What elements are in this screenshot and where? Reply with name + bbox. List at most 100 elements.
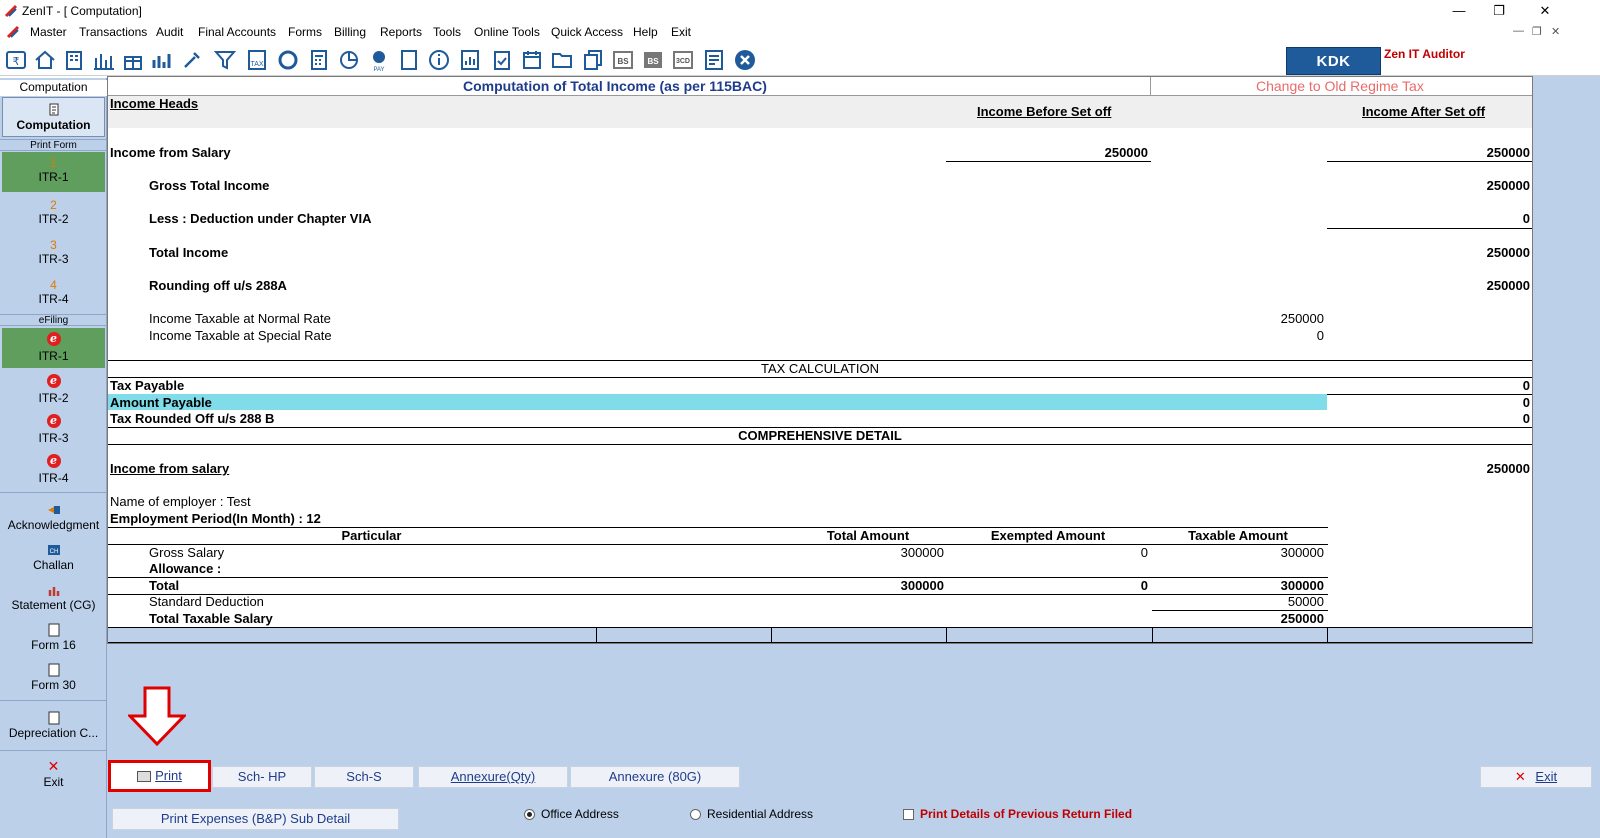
salary-total-amount: 300000 [900,578,944,593]
pie-chart-icon[interactable] [337,48,361,72]
filter-icon[interactable] [213,48,237,72]
menu-help[interactable]: Help [633,25,658,39]
sidebar-item-form-30[interactable]: Form 30 [2,662,105,700]
menu-final-accounts[interactable]: Final Accounts [198,25,276,39]
sidebar-item-print-itr-1[interactable]: 1 ITR-1 [2,152,105,192]
mdi-close-button[interactable]: ✕ [1551,25,1560,38]
bar-chart-icon[interactable] [92,48,116,72]
rupee-icon[interactable]: ₹ [4,48,28,72]
menu-billing[interactable]: Billing [334,25,366,39]
gift-icon[interactable] [121,48,145,72]
window-restore-button[interactable]: ❐ [1476,0,1522,22]
menu-exit[interactable]: Exit [671,25,691,39]
calendar-icon[interactable] [520,48,544,72]
sidebar-divider [0,492,107,493]
kdk-assist-button[interactable]: KDK ASSIST [1286,47,1381,98]
tax-icon[interactable]: TAX [245,48,269,72]
balance-sheet-icon[interactable]: BS [611,48,635,72]
annexure-qty-button[interactable]: Annexure(Qty) [418,766,568,788]
info-icon[interactable] [427,48,451,72]
window-title: ZenIT - [ Computation] [22,4,142,18]
close-circle-icon[interactable] [733,48,757,72]
users-chart-icon[interactable] [150,48,174,72]
salary-total-taxable: 300000 [1280,578,1324,593]
efiling-icon: e [46,414,61,428]
normal-rate-value: 250000 [1280,311,1324,326]
sidebar-exit-button[interactable]: ✕ Exit [2,758,105,796]
pay-icon[interactable]: PAY [367,48,391,73]
refresh-icon[interactable] [276,48,300,72]
form-3cd-icon[interactable]: 3CD [671,48,695,72]
grid-divider [1152,627,1153,643]
sidebar-divider [0,700,107,701]
folder-add-icon[interactable] [550,48,574,72]
menu-audit[interactable]: Audit [156,25,183,39]
menu-online-tools[interactable]: Online Tools [474,25,540,39]
window-close-button[interactable]: ✕ [1522,0,1568,22]
menu-transactions[interactable]: Transactions [79,25,147,39]
report-icon[interactable] [702,48,726,72]
sidebar-item-depreciation[interactable]: Depreciation C... [2,710,105,748]
sidebar-item-efiling-itr-2[interactable]: e ITR-2 [2,372,105,412]
annexure-80g-button[interactable]: Annexure (80G) [570,766,740,788]
menu-forms[interactable]: Forms [288,25,322,39]
rule [108,444,1532,445]
mdi-minimize-button[interactable]: — [1513,25,1524,37]
salary-section-label: Income from salary [110,461,230,476]
svg-text:BS: BS [647,57,659,66]
sidebar-item-computation[interactable]: Computation [2,97,105,137]
exit-button[interactable]: ✕ Exit [1480,766,1592,788]
svg-text:CH: CH [49,549,58,555]
sidebar-item-statement-cg[interactable]: Statement (CG) [2,582,105,620]
sch-s-button[interactable]: Sch-S [314,766,414,788]
sidebar-item-label: ITR-1 [38,349,69,363]
copy-icon[interactable] [581,48,605,72]
sch-hp-button[interactable]: Sch- HP [212,766,312,788]
sidebar-item-print-itr-4[interactable]: 4 ITR-4 [2,276,105,316]
tools-icon[interactable] [180,48,204,72]
home-icon[interactable] [33,48,57,72]
clipboard-check-icon[interactable] [490,48,514,72]
print-expenses-button[interactable]: Print Expenses (B&P) Sub Detail [112,808,399,830]
list-chart-icon[interactable] [458,48,482,72]
special-rate-value: 0 [1316,328,1324,343]
sidebar-item-print-itr-3[interactable]: 3 ITR-3 [2,236,105,276]
sidebar-item-form-16[interactable]: Form 16 [2,622,105,660]
change-regime-link[interactable]: Change to Old Regime Tax [1256,78,1424,94]
residential-address-label: Residential Address [707,807,814,821]
title-bar: ZenIT - [ Computation] — ❐ ✕ [0,0,1600,22]
sidebar-item-efiling-itr-4[interactable]: e ITR-4 [2,452,105,492]
form-document-icon [48,623,59,637]
balance-sheet-schedule-icon[interactable]: BS [641,48,665,72]
sidebar-item-efiling-itr-1[interactable]: e ITR-1 [2,328,105,368]
sidebar-item-acknowledgment[interactable]: Acknowledgment [2,502,105,540]
sidebar-item-print-itr-2[interactable]: 2 ITR-2 [2,196,105,236]
page-title: Computation of Total Income (as per 115B… [463,78,767,94]
menu-master[interactable]: Master [30,25,67,39]
building-icon[interactable] [62,48,86,72]
salary-total-exempt: 0 [1140,578,1148,593]
rule [1327,161,1532,162]
print-button[interactable]: Print [108,760,211,792]
efiling-icon: e [46,454,61,468]
col-total-amount: Total Amount [826,528,910,543]
office-address-radio[interactable] [524,809,535,820]
amount-payable-row[interactable] [108,394,1532,410]
acknowledgment-icon [47,506,60,514]
sidebar-item-challan[interactable]: CH Challan [2,542,105,580]
zenit-logo-icon [4,4,18,18]
calculator-icon[interactable] [307,48,331,72]
sidebar-item-efiling-itr-3[interactable]: e ITR-3 [2,412,105,452]
salary-section-value: 250000 [1486,461,1530,476]
menu-reports[interactable]: Reports [380,25,422,39]
income-before-header: Income Before Set off [977,104,1112,119]
right-margin [1533,76,1600,838]
efiling-icon: e [46,374,61,388]
mdi-restore-button[interactable]: ❐ [1532,25,1542,38]
sidebar-item-label: ITR-4 [38,292,69,306]
residential-address-radio[interactable] [690,809,701,820]
menu-tools[interactable]: Tools [433,25,461,39]
book-icon[interactable] [397,48,421,72]
previous-return-checkbox[interactable] [903,809,914,820]
menu-quick-access[interactable]: Quick Access [551,25,623,39]
